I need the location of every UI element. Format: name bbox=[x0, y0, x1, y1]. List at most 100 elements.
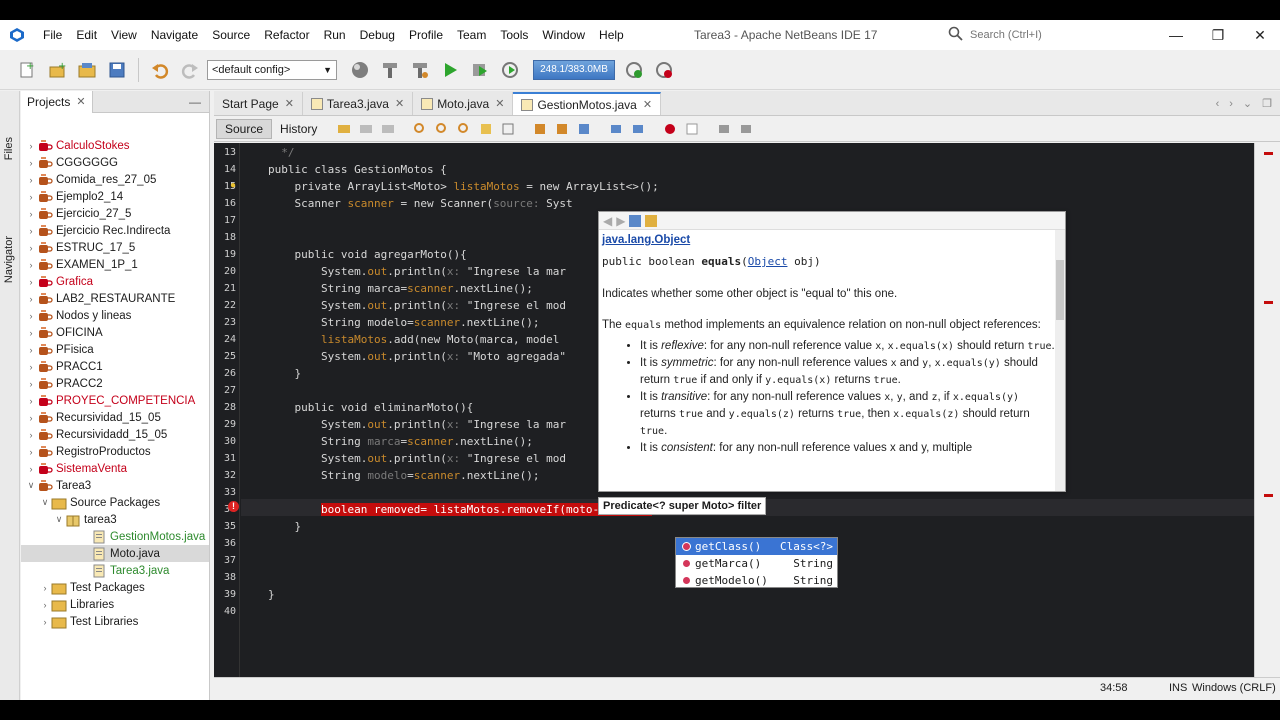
collapse-icon[interactable]: ∨ bbox=[25, 480, 37, 491]
error-stripe[interactable] bbox=[1254, 143, 1280, 677]
source-view-button[interactable]: Source bbox=[216, 118, 273, 139]
project-item[interactable]: › CalculoStokes bbox=[21, 137, 209, 154]
navigator-tab[interactable]: Navigator bbox=[3, 236, 15, 283]
record-macro-icon[interactable] bbox=[663, 122, 677, 136]
rect-select-icon[interactable] bbox=[501, 122, 515, 136]
goto-source-icon[interactable] bbox=[645, 214, 658, 227]
expand-icon[interactable]: › bbox=[25, 345, 37, 355]
error-icon[interactable]: ! bbox=[228, 501, 239, 512]
arrow-left-icon[interactable]: ◀ bbox=[603, 214, 612, 228]
code-completion-list[interactable]: getClass() Class<?> getMarca() String getM… bbox=[675, 537, 838, 588]
profile-button[interactable] bbox=[497, 57, 523, 83]
chevron-left-icon[interactable]: ‹ bbox=[1216, 98, 1220, 110]
new-project-button[interactable]: + bbox=[44, 57, 70, 83]
minimize-panel-icon[interactable]: — bbox=[189, 95, 201, 109]
project-item[interactable]: › OFICINA bbox=[21, 324, 209, 341]
project-item[interactable]: ∨ Tarea3 bbox=[21, 477, 209, 494]
expand-icon[interactable]: › bbox=[25, 243, 37, 253]
tab-projects[interactable]: Projects ✕ bbox=[21, 90, 93, 113]
files-tab[interactable]: Files bbox=[3, 137, 15, 160]
close-icon[interactable]: ✕ bbox=[285, 97, 294, 110]
search-box[interactable] bbox=[948, 25, 1153, 45]
open-project-button[interactable] bbox=[74, 57, 100, 83]
tab-start-page[interactable]: Start Page ✕ bbox=[214, 92, 303, 115]
close-icon[interactable]: ✕ bbox=[643, 98, 652, 111]
toggle-bookmark-icon[interactable] bbox=[577, 122, 591, 136]
memory-indicator[interactable]: 248.1/383.0MB bbox=[533, 59, 615, 80]
menu-debug[interactable]: Debug bbox=[353, 20, 402, 50]
error-stripe-mark[interactable] bbox=[1264, 494, 1273, 497]
expand-icon[interactable]: › bbox=[25, 328, 37, 338]
expand-icon[interactable]: › bbox=[25, 379, 37, 389]
expand-icon[interactable]: › bbox=[25, 294, 37, 304]
expand-icon[interactable]: › bbox=[39, 617, 51, 627]
project-item[interactable]: › PRACC1 bbox=[21, 358, 209, 375]
error-stripe-mark[interactable] bbox=[1264, 301, 1273, 304]
menu-view[interactable]: View bbox=[104, 20, 144, 50]
expand-icon[interactable]: › bbox=[25, 141, 37, 151]
expand-icon[interactable]: › bbox=[25, 158, 37, 168]
project-item[interactable]: › PROYEC_COMPETENCIA bbox=[21, 392, 209, 409]
error-stripe-mark[interactable] bbox=[1264, 152, 1273, 155]
project-item[interactable]: › Recursividadd_15_05 bbox=[21, 426, 209, 443]
minimize-window-button[interactable]: — bbox=[1156, 20, 1196, 50]
expand-icon[interactable]: › bbox=[25, 396, 37, 406]
find-next-icon[interactable] bbox=[457, 122, 471, 136]
gc-button[interactable] bbox=[621, 57, 647, 83]
project-item[interactable]: › CGGGGGG bbox=[21, 154, 209, 171]
javadoc-class-link[interactable]: java.lang.Object bbox=[602, 234, 690, 246]
search-input[interactable] bbox=[970, 25, 1150, 45]
project-item[interactable]: › PFisica bbox=[21, 341, 209, 358]
expand-icon[interactable]: › bbox=[25, 192, 37, 202]
collapse-icon[interactable]: ∨ bbox=[53, 514, 65, 525]
project-item[interactable]: › ESTRUC_17_5 bbox=[21, 239, 209, 256]
expand-icon[interactable]: › bbox=[25, 175, 37, 185]
project-item[interactable]: › Ejemplo2_14 bbox=[21, 188, 209, 205]
project-item[interactable]: › LAB2_RESTAURANTE bbox=[21, 290, 209, 307]
build-button[interactable] bbox=[377, 57, 403, 83]
warning-bulb-icon[interactable]: ● bbox=[230, 180, 236, 191]
tab-tarea3-java[interactable]: Tarea3.java ✕ bbox=[303, 92, 414, 115]
open-browser-icon[interactable] bbox=[629, 214, 642, 227]
project-item[interactable]: › PRACC2 bbox=[21, 375, 209, 392]
completion-item-getclass[interactable]: getClass() Class<?> bbox=[676, 538, 837, 555]
close-window-button[interactable]: ✕ bbox=[1240, 20, 1280, 50]
forward-icon[interactable] bbox=[381, 122, 395, 136]
javadoc-scrollbar[interactable] bbox=[1055, 230, 1065, 491]
project-item[interactable]: › Nodos y lineas bbox=[21, 307, 209, 324]
expand-icon[interactable]: › bbox=[25, 447, 37, 457]
expand-icon[interactable]: › bbox=[25, 277, 37, 287]
tab-gestionmotos-java[interactable]: GestionMotos.java ✕ bbox=[513, 92, 662, 115]
chevron-right-icon[interactable]: › bbox=[1229, 98, 1233, 110]
uncomment-icon[interactable] bbox=[739, 122, 753, 136]
run-button[interactable] bbox=[437, 57, 463, 83]
menu-team[interactable]: Team bbox=[450, 20, 493, 50]
expand-icon[interactable]: › bbox=[25, 226, 37, 236]
completion-item-getmodelo[interactable]: getModelo() String bbox=[676, 572, 837, 589]
shift-right-icon[interactable] bbox=[631, 122, 645, 136]
project-item[interactable]: › Ejercicio_27_5 bbox=[21, 205, 209, 222]
menu-run[interactable]: Run bbox=[317, 20, 353, 50]
new-file-button[interactable]: + bbox=[14, 57, 40, 83]
expand-icon[interactable]: › bbox=[25, 260, 37, 270]
tree-file[interactable]: Tarea3.java bbox=[21, 562, 209, 579]
javadoc-popup[interactable]: ◀ ▶ java.lang.Object public boolean equa… bbox=[598, 211, 1066, 492]
clean-build-button[interactable] bbox=[407, 57, 433, 83]
redo-button[interactable] bbox=[177, 57, 203, 83]
project-item[interactable]: › EXAMEN_1P_1 bbox=[21, 256, 209, 273]
tree-source-packages[interactable]: ∨ Source Packages bbox=[21, 494, 209, 511]
history-view-button[interactable]: History bbox=[272, 119, 325, 139]
restore-window-icon[interactable]: ❐ bbox=[1262, 97, 1272, 110]
prev-bookmark-icon[interactable] bbox=[533, 122, 547, 136]
menu-tools[interactable]: Tools bbox=[493, 20, 535, 50]
menu-window[interactable]: Window bbox=[535, 20, 592, 50]
expand-icon[interactable]: › bbox=[39, 583, 51, 593]
stop-macro-icon[interactable] bbox=[685, 122, 699, 136]
completion-item-getmarca[interactable]: getMarca() String bbox=[676, 555, 837, 572]
menu-profile[interactable]: Profile bbox=[402, 20, 450, 50]
expand-icon[interactable]: › bbox=[25, 413, 37, 423]
menu-file[interactable]: File bbox=[36, 20, 69, 50]
tree-file[interactable]: Moto.java bbox=[21, 545, 209, 562]
expand-icon[interactable]: › bbox=[25, 430, 37, 440]
javadoc-scroll-thumb[interactable] bbox=[1056, 260, 1064, 320]
